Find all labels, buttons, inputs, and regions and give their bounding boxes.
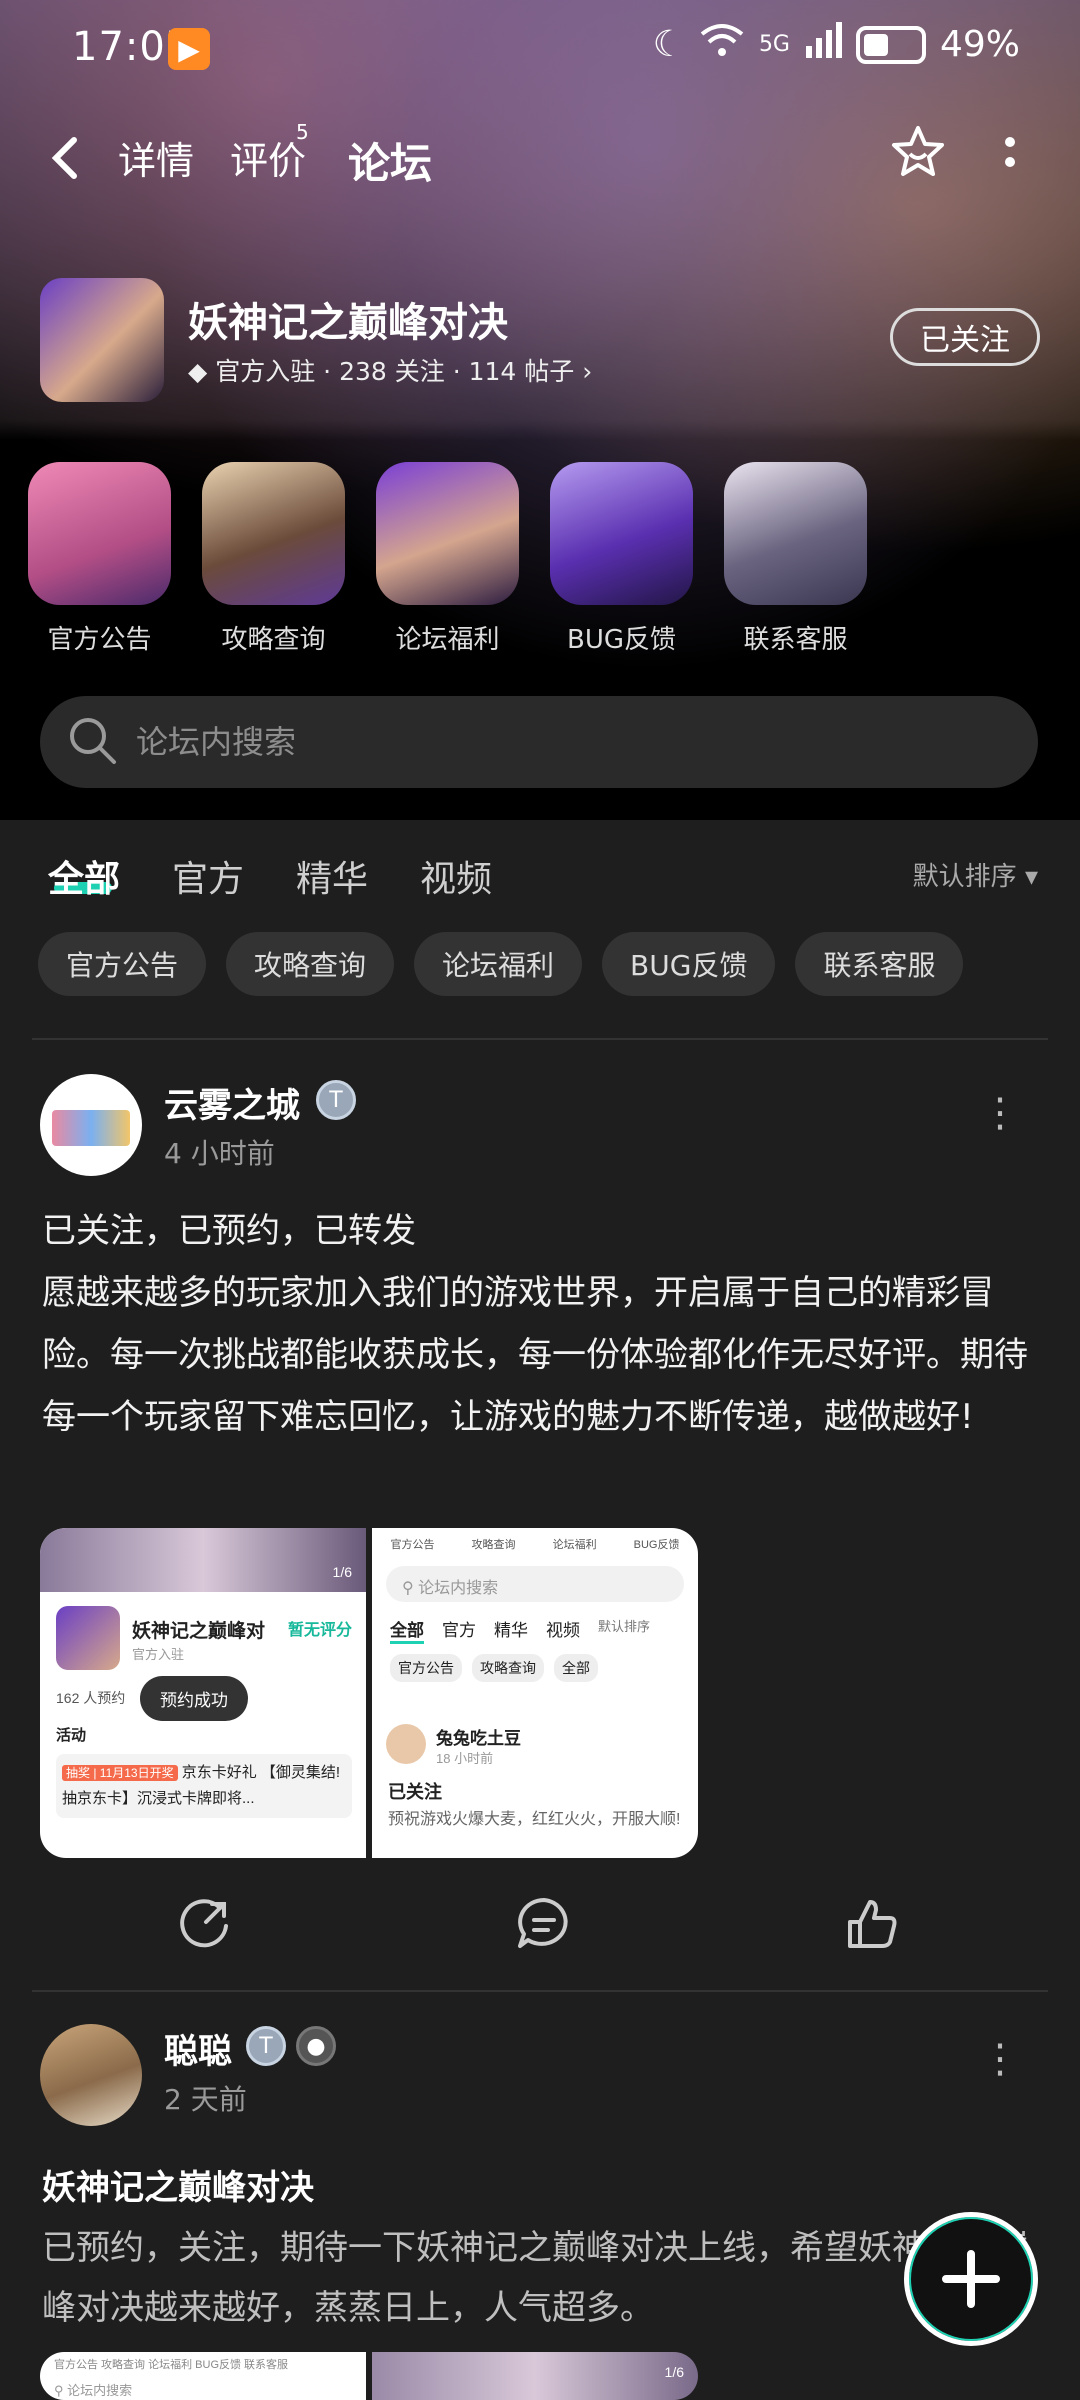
- top-nav: 详情 评价 5 论坛: [0, 120, 1080, 220]
- sort-dropdown[interactable]: 默认排序 ▾: [913, 856, 1038, 893]
- avatar[interactable]: [40, 1074, 142, 1176]
- chevron-left-icon: [51, 137, 77, 179]
- game-title: 妖神记之巅峰对决: [188, 300, 508, 346]
- avatar[interactable]: [40, 2024, 142, 2126]
- forum-search-bar[interactable]: [40, 696, 1038, 788]
- chip-customer-service[interactable]: 联系客服: [795, 932, 964, 996]
- chevron-right-icon: ›: [582, 357, 593, 386]
- content-tabs: 全部 官方 精华 视频 默认排序 ▾: [48, 850, 1038, 910]
- signal-icon: [804, 22, 842, 67]
- shortcut-label: BUG反馈: [566, 625, 676, 655]
- chip-bug-report[interactable]: BUG反馈: [602, 932, 776, 996]
- post-image[interactable]: 1/6: [372, 2352, 698, 2400]
- back-button[interactable]: [44, 128, 84, 198]
- sort-label: 默认排序: [912, 862, 1017, 892]
- post-more-button[interactable]: ⋮: [980, 2036, 1020, 2082]
- chip-official-notice[interactable]: 官方公告: [38, 932, 207, 996]
- star-icon: [892, 126, 944, 176]
- comment-icon[interactable]: [514, 1894, 574, 1954]
- search-input[interactable]: [136, 696, 996, 788]
- post-text-line1: 已关注，已预约，已转发: [42, 1211, 416, 1251]
- status-bar: 17:07 ▶ ☾ 5G 49%: [0, 0, 1080, 100]
- shortcut-customer-service[interactable]: 联系客服: [724, 462, 867, 662]
- diamond-icon: ◆: [188, 357, 208, 386]
- tab-video[interactable]: 视频: [420, 850, 492, 902]
- shortcut-guide[interactable]: 攻略查询: [202, 462, 345, 662]
- shortcut-image: [28, 462, 171, 605]
- followers-count: 238 关注: [339, 357, 445, 386]
- app-notification-icon: ▶: [168, 28, 210, 70]
- more-vertical-icon: [1005, 137, 1015, 167]
- more-options-button[interactable]: [1000, 124, 1020, 194]
- shortcut-label: 攻略查询: [221, 625, 326, 655]
- shortcut-image: [550, 462, 693, 605]
- network-label: 5G: [758, 32, 790, 57]
- post-image[interactable]: 官方公告 攻略查询 论坛福利 BUG反馈 联系客服 ⚲ 论坛内搜索: [40, 2352, 366, 2400]
- game-icon[interactable]: [40, 278, 164, 402]
- posts-count: 114 帖子: [468, 357, 575, 386]
- shortcut-welfare[interactable]: 论坛福利: [376, 462, 519, 662]
- forum-content: 全部 官方 精华 视频 默认排序 ▾ 官方公告 攻略查询 论坛福利 BUG反馈 …: [0, 820, 1080, 2400]
- shortcut-label: 联系客服: [743, 625, 848, 655]
- user-level-icon: T: [316, 1080, 356, 1120]
- post-images: 官方公告 攻略查询 论坛福利 BUG反馈 联系客服 ⚲ 论坛内搜索 1/6: [40, 2352, 698, 2400]
- tab-all[interactable]: 全部: [48, 850, 120, 902]
- shortcut-bug-report[interactable]: BUG反馈: [550, 462, 693, 662]
- post-username[interactable]: 云雾之城: [164, 1078, 300, 1127]
- battery-percent: 49%: [939, 24, 1020, 65]
- user-medal-icon: ●: [296, 2026, 336, 2066]
- shortcut-official-notice[interactable]: 官方公告: [28, 462, 171, 662]
- post-username[interactable]: 聪聪: [164, 2024, 232, 2073]
- post-text: 已预约，关注，期待一下妖神记之巅峰对决上线，希望妖神记之巅峰对决越来越好，蒸蒸日…: [42, 2228, 1028, 2328]
- post-time: 4 小时前: [164, 1137, 275, 1170]
- battery-icon: [855, 25, 926, 64]
- official-label: 官方入驻: [215, 357, 316, 386]
- tab-official[interactable]: 官方: [172, 850, 244, 902]
- shortcut-label: 官方公告: [47, 625, 152, 655]
- divider: [32, 1038, 1048, 1040]
- caret-down-icon: ▾: [1024, 862, 1038, 892]
- post-image[interactable]: 官方公告 攻略查询 论坛福利 BUG反馈 ⚲ 论坛内搜索 全部 官方 精华 视频…: [372, 1528, 698, 1858]
- tab-forum[interactable]: 论坛: [348, 130, 432, 191]
- search-icon: [70, 718, 116, 764]
- chip-guide[interactable]: 攻略查询: [226, 932, 395, 996]
- user-level-icon: T: [246, 2026, 286, 2066]
- game-header: 妖神记之巅峰对决 ◆ 官方入驻 · 238 关注 · 114 帖子 › 已关注: [40, 278, 1040, 402]
- post-text: 愿越来越多的玩家加入我们的游戏世界，开启属于自己的精彩冒险。每一次挑战都能收获成…: [42, 1273, 1028, 1437]
- follow-button[interactable]: 已关注: [890, 308, 1040, 366]
- tab-details[interactable]: 详情: [118, 130, 194, 185]
- shortcut-image: [202, 462, 345, 605]
- post-time: 2 天前: [164, 2083, 247, 2116]
- game-meta[interactable]: ◆ 官方入驻 · 238 关注 · 114 帖子 ›: [188, 352, 592, 388]
- shortcut-image: [376, 462, 519, 605]
- wifi-icon: [699, 22, 745, 67]
- share-icon[interactable]: [176, 1894, 236, 1954]
- post-title: 妖神记之巅峰对决: [42, 2168, 314, 2208]
- tag-chips: 官方公告 攻略查询 论坛福利 BUG反馈 联系客服: [38, 932, 964, 996]
- tab-reviews[interactable]: 评价: [230, 130, 306, 185]
- shortcut-label: 论坛福利: [395, 625, 500, 655]
- post-actions: [0, 1894, 1080, 1974]
- new-post-button[interactable]: [904, 2212, 1038, 2346]
- shortcut-image: [724, 462, 867, 605]
- chip-welfare[interactable]: 论坛福利: [414, 932, 583, 996]
- reviews-count-badge: 5: [296, 120, 309, 144]
- post-images: 1/6 妖神记之巅峰对 暂无评分 官方入驻 162 人预约 预约成功 活动 抽奖…: [40, 1528, 698, 1858]
- moon-icon: ☾: [652, 24, 685, 65]
- status-icons: ☾ 5G 49%: [653, 22, 1020, 67]
- favorite-button[interactable]: [890, 124, 946, 194]
- post-more-button[interactable]: ⋮: [980, 1090, 1020, 1136]
- divider: [32, 1990, 1048, 1992]
- tab-featured[interactable]: 精华: [296, 850, 368, 902]
- plus-icon: [942, 2250, 1000, 2308]
- forum-shortcuts: 官方公告 攻略查询 论坛福利 BUG反馈 联系客服: [28, 462, 1068, 662]
- post-image[interactable]: 1/6 妖神记之巅峰对 暂无评分 官方入驻 162 人预约 预约成功 活动 抽奖…: [40, 1528, 366, 1858]
- like-icon[interactable]: [842, 1894, 902, 1954]
